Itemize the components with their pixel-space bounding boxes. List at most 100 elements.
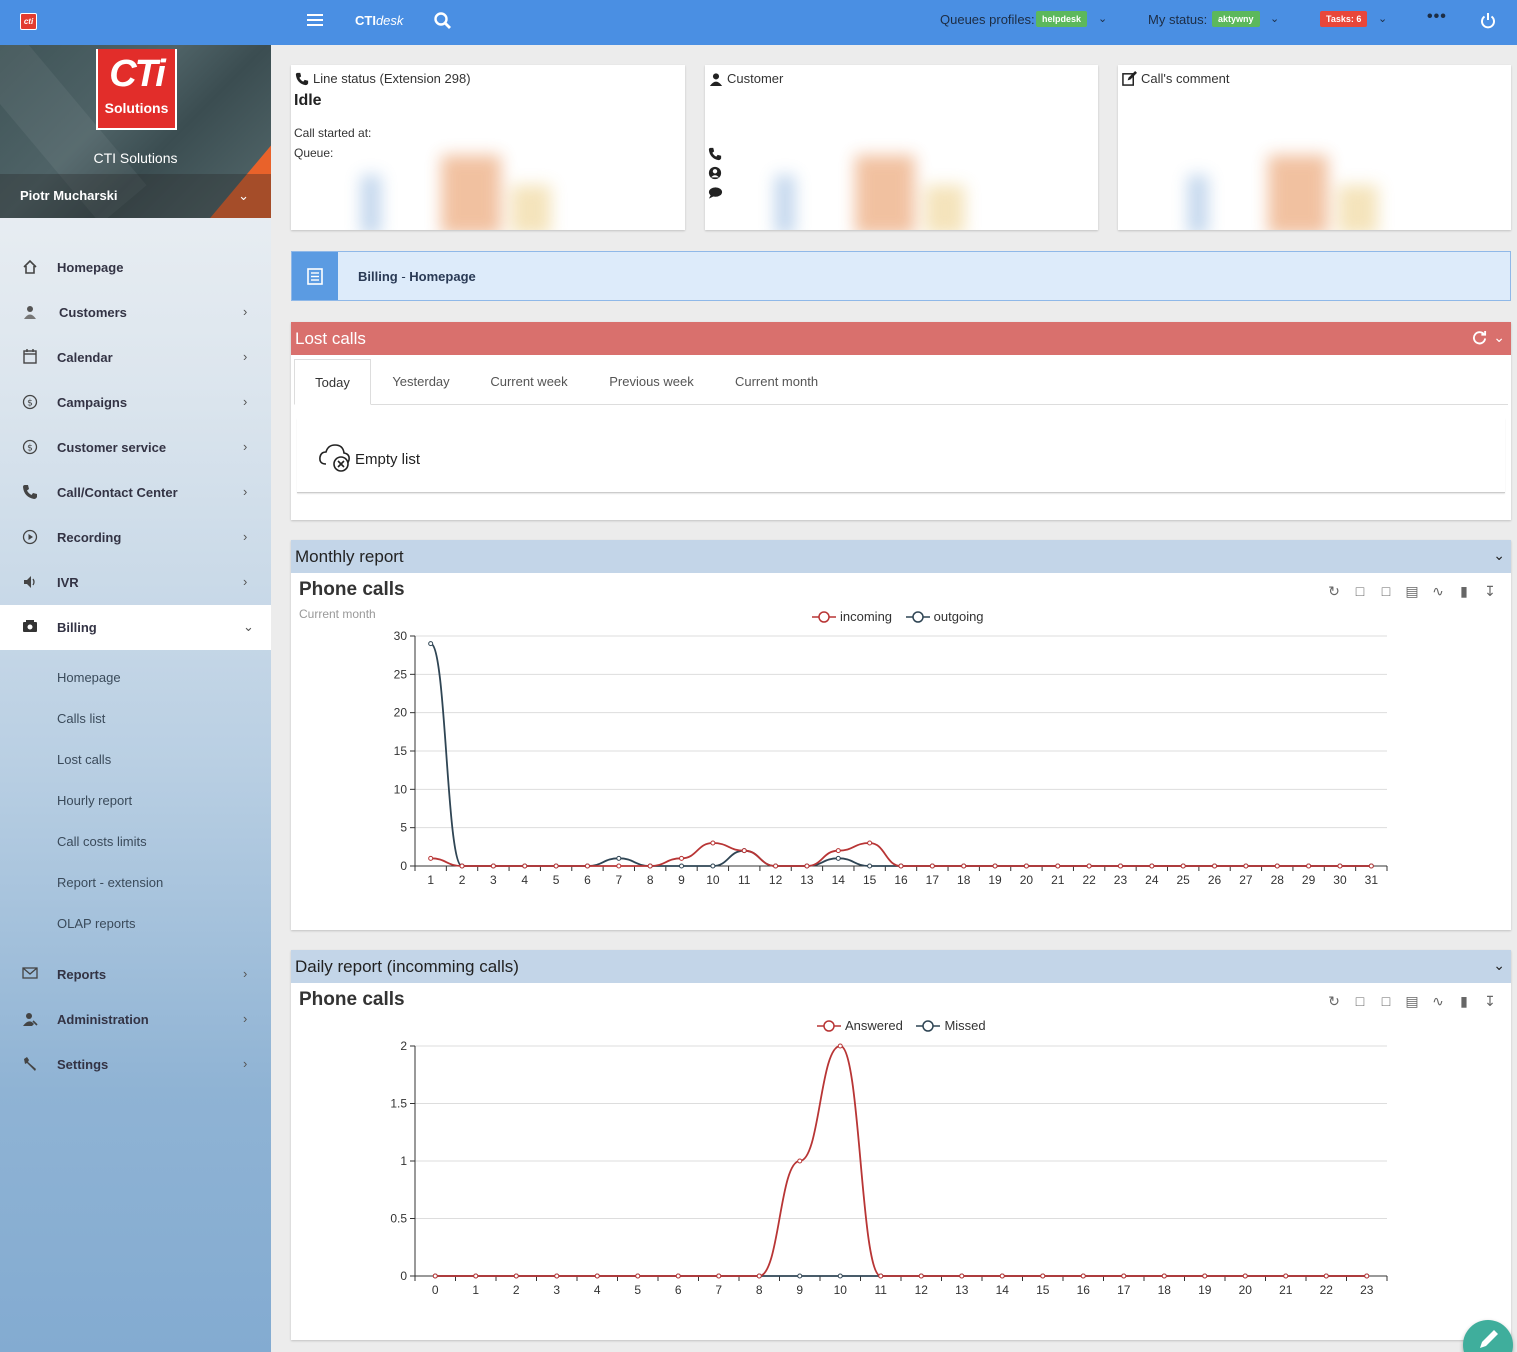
tab-yesterday[interactable]: Yesterday (376, 359, 466, 405)
data-point (1121, 1273, 1127, 1279)
x-tick-label: 11 (738, 873, 751, 887)
collapse-chevron-down-icon[interactable]: ⌄ (1493, 957, 1505, 974)
data-point (679, 863, 685, 869)
zoom-back-icon[interactable]: □ (1373, 583, 1399, 599)
data-point (710, 863, 716, 869)
status-badge[interactable]: aktywny (1212, 11, 1260, 27)
data-point (490, 863, 496, 869)
data-point (1243, 863, 1249, 869)
data-point (513, 1273, 519, 1279)
x-tick-label: 22 (1320, 1283, 1334, 1297)
sidebar-item-ivr[interactable]: IVR › (0, 560, 271, 605)
tab-current-month[interactable]: Current month (719, 359, 834, 405)
data-point (918, 1273, 924, 1279)
search-icon[interactable] (434, 12, 452, 33)
line-chart-icon[interactable]: ∿ (1425, 583, 1451, 600)
submenu-item-calls-list[interactable]: Calls list (57, 711, 105, 726)
sidebar-item-customer-service[interactable]: $ Customer service › (0, 425, 271, 470)
zoom-icon[interactable]: □ (1347, 583, 1373, 599)
data-point (837, 1273, 843, 1279)
data-point (1202, 1273, 1208, 1279)
queue-profile-badge[interactable]: helpdesk (1036, 11, 1088, 27)
sidebar-item-label: Customer service (57, 440, 167, 455)
sidebar-item-calendar[interactable]: Calendar › (0, 335, 271, 380)
data-view-icon[interactable]: ▤ (1399, 993, 1425, 1010)
sidebar-item-customers[interactable]: Customers › (0, 290, 271, 335)
sidebar-item-homepage[interactable]: Homepage (0, 245, 271, 290)
sidebar-item-settings[interactable]: Settings › (0, 1042, 271, 1087)
tab-previous-week[interactable]: Previous week (594, 359, 709, 405)
menu-toggle-icon[interactable] (307, 14, 323, 28)
refresh-icon[interactable] (1472, 330, 1487, 348)
collapse-chevron-down-icon[interactable]: ⌄ (1493, 329, 1505, 346)
document-icon (292, 252, 338, 300)
chevron-right-icon: › (243, 484, 248, 499)
queue-dropdown-chevron-icon[interactable]: ⌄ (1098, 12, 1107, 25)
download-icon[interactable]: ↧ (1477, 993, 1503, 1010)
sidebar-item-label: IVR (57, 575, 79, 590)
bar-chart-icon[interactable]: ▮ (1451, 993, 1477, 1010)
x-tick-label: 7 (615, 873, 622, 887)
x-tick-label: 20 (1020, 873, 1034, 887)
restore-icon[interactable]: ↻ (1321, 583, 1347, 600)
sidebar-item-label: Customers (59, 305, 127, 320)
submenu-item-call-costs-limits[interactable]: Call costs limits (57, 834, 147, 849)
tasks-badge[interactable]: Tasks: 6 (1320, 11, 1368, 27)
sidebar: CTi Solutions CTI Solutions Piotr Muchar… (0, 45, 271, 1352)
sidebar-item-administration[interactable]: Administration › (0, 997, 271, 1042)
data-point (999, 1273, 1005, 1279)
download-icon[interactable]: ↧ (1477, 583, 1503, 600)
daily-report-header: Daily report (incomming calls) ⌄ (291, 950, 1511, 983)
more-options-icon[interactable]: ••• (1427, 8, 1447, 26)
submenu-item-homepage[interactable]: Homepage (57, 670, 121, 685)
line-status-state: Idle (294, 92, 322, 109)
sidebar-item-label: Calendar (57, 350, 113, 365)
tab-current-week[interactable]: Current week (474, 359, 584, 405)
user-chevron-down-icon[interactable]: ⌄ (238, 188, 249, 204)
tasks-dropdown-chevron-icon[interactable]: ⌄ (1378, 12, 1387, 25)
line-chart-icon[interactable]: ∿ (1425, 993, 1451, 1010)
sidebar-item-recording[interactable]: Recording › (0, 515, 271, 560)
sidebar-item-campaigns[interactable]: $ Campaigns › (0, 380, 271, 425)
zoom-back-icon[interactable]: □ (1373, 993, 1399, 1009)
daily-chart: 00.511.520 1 2 3 4 5 6 7 8 9 10 11 12 13 14 15 16 17 18 19 2… (390, 1039, 1388, 1297)
submenu-item-hourly-report[interactable]: Hourly report (57, 793, 132, 808)
user-menu[interactable]: Piotr Mucharski ⌄ (0, 174, 271, 218)
restore-icon[interactable]: ↻ (1321, 993, 1347, 1010)
calendar-icon (21, 349, 39, 367)
submenu-item-olap-reports[interactable]: OLAP reports (57, 916, 136, 931)
sidebar-item-billing[interactable]: Billing ⌄ (0, 605, 271, 650)
collapse-chevron-down-icon[interactable]: ⌄ (1493, 547, 1505, 564)
data-point (1055, 863, 1061, 869)
lost-calls-list: Empty list (297, 418, 1505, 493)
chevron-right-icon: › (243, 1011, 248, 1026)
x-tick-label: 12 (769, 873, 783, 887)
tab-today[interactable]: Today (294, 359, 371, 405)
data-point (878, 1273, 884, 1279)
y-tick-label: 15 (394, 744, 408, 758)
chart-toolbox: ↻ □ □ ▤ ∿ ▮ ↧ (1321, 993, 1503, 1010)
top-bar: cti CTIdesk Queues profiles: helpdesk ⌄ … (0, 0, 1517, 45)
lost-calls-title: Lost calls (295, 329, 366, 348)
app-logo-icon[interactable]: cti (20, 13, 37, 30)
submenu-item-lost-calls[interactable]: Lost calls (57, 752, 111, 767)
sidebar-item-call-contact-center[interactable]: Call/Contact Center › (0, 470, 271, 515)
status-dropdown-chevron-icon[interactable]: ⌄ (1270, 12, 1279, 25)
bar-chart-icon[interactable]: ▮ (1451, 583, 1477, 600)
home-icon (21, 259, 39, 277)
chevron-right-icon: › (243, 1056, 248, 1071)
x-tick-label: 28 (1271, 873, 1285, 887)
edit-fab-button[interactable] (1463, 1320, 1513, 1352)
data-point (1323, 1273, 1329, 1279)
phone-icon (21, 484, 39, 502)
sidebar-item-reports[interactable]: Reports › (0, 952, 271, 997)
zoom-icon[interactable]: □ (1347, 993, 1373, 1009)
data-view-icon[interactable]: ▤ (1399, 583, 1425, 600)
play-icon (21, 529, 39, 547)
data-point (898, 863, 904, 869)
x-tick-label: 15 (1036, 1283, 1050, 1297)
data-point (1368, 863, 1374, 869)
power-icon[interactable] (1480, 12, 1496, 33)
submenu-item-report-extension[interactable]: Report - extension (57, 875, 163, 890)
x-tick-label: 18 (957, 873, 971, 887)
